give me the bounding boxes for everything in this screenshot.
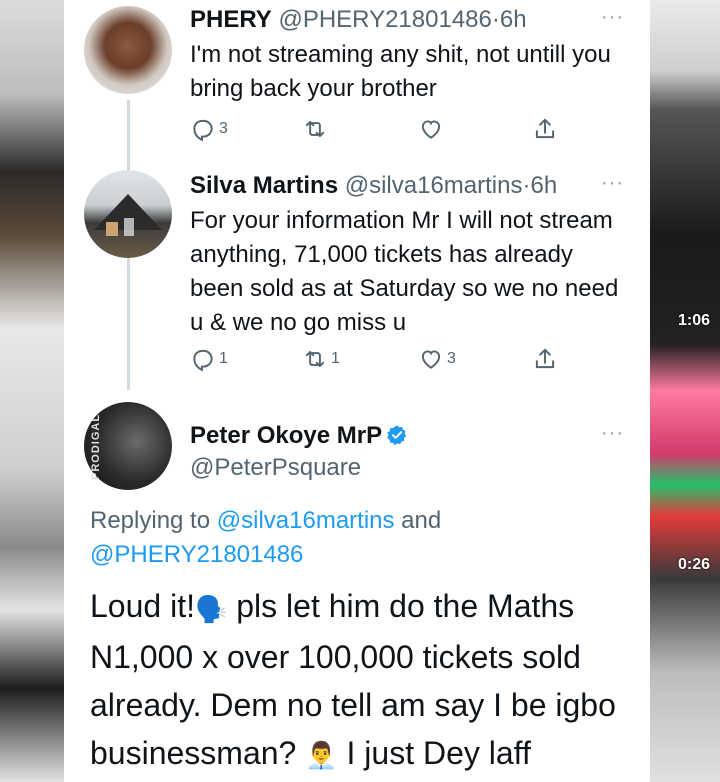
tweet-header: Silva Martins @silva16martins·6h — [190, 172, 557, 200]
more-options-icon[interactable]: ··· — [601, 422, 624, 445]
like-button[interactable] — [418, 116, 444, 142]
user-handle[interactable]: @PHERY21801486 — [278, 6, 491, 33]
background-left — [0, 0, 64, 782]
thread-line — [127, 100, 130, 170]
speaking-head-emoji: 🗣️ — [194, 593, 228, 624]
separator-dot: · — [491, 6, 500, 33]
share-button[interactable] — [532, 346, 558, 372]
heart-icon — [421, 350, 441, 369]
retweet-button[interactable]: 1 — [302, 346, 340, 372]
retweet-icon — [305, 120, 325, 138]
reply-icon — [193, 349, 213, 372]
heart-icon — [421, 120, 441, 139]
businessman-emoji: 👨‍💼 — [305, 740, 338, 771]
main-tweet-text: Loud it!🗣️ pls let him do the Maths N1,0… — [90, 582, 650, 779]
verified-badge-icon — [387, 425, 407, 446]
video-timestamp: 0:26 — [677, 556, 710, 573]
user-handle[interactable]: @PeterPsquare — [190, 454, 361, 481]
tweet-actions: 3 — [190, 116, 570, 146]
share-button[interactable] — [532, 116, 558, 142]
video-timestamp: 1:06 — [677, 312, 710, 329]
mention-link[interactable]: @silva16martins — [217, 507, 395, 534]
reply-button[interactable]: 1 — [190, 346, 228, 372]
tweet-text: I'm not streaming any shit, not untill y… — [190, 41, 611, 102]
display-name[interactable]: PHERY — [190, 6, 272, 33]
timestamp[interactable]: 6h — [530, 172, 557, 199]
replying-to: Replying to @silva16martins and @PHERY21… — [90, 504, 630, 572]
reply-count: 3 — [219, 120, 228, 137]
share-icon — [535, 348, 555, 369]
tweet-thread: PHERY @PHERY21801486·6h ··· I'm not stre… — [64, 0, 650, 782]
avatar-logo-text: PRODIGAL — [90, 413, 102, 480]
background-right: 1:06 0:26 — [650, 0, 720, 782]
tweet-handle-row: @PeterPsquare — [190, 454, 361, 482]
retweet-button[interactable] — [302, 116, 328, 142]
retweet-icon — [305, 350, 325, 368]
mention-link[interactable]: @PHERY21801486 — [90, 541, 303, 568]
replying-and: and — [401, 507, 442, 534]
house-image — [94, 194, 162, 236]
reply-button[interactable]: 3 — [190, 116, 228, 142]
avatar[interactable] — [84, 6, 172, 94]
retweet-count: 1 — [331, 350, 340, 367]
tweet-text-part: I just Dey laff — [337, 734, 531, 771]
avatar[interactable] — [84, 170, 172, 258]
tweet-text: For your information Mr I will not strea… — [190, 207, 619, 336]
like-button[interactable]: 3 — [418, 346, 456, 372]
replying-label: Replying to — [90, 507, 211, 534]
more-options-icon[interactable]: ··· — [601, 172, 624, 195]
reply-icon — [193, 119, 213, 142]
tweet-actions: 1 1 3 — [190, 346, 570, 376]
more-options-icon[interactable]: ··· — [601, 6, 624, 29]
tweet-header: Peter Okoye MrP — [190, 422, 408, 450]
tweet-header: PHERY @PHERY21801486·6h — [190, 6, 527, 34]
share-icon — [535, 118, 555, 139]
like-count: 3 — [447, 350, 456, 367]
display-name[interactable]: Peter Okoye MrP — [190, 422, 382, 449]
display-name[interactable]: Silva Martins — [190, 172, 338, 199]
reply-count: 1 — [219, 350, 228, 367]
tweet-text-part: Loud it! — [90, 588, 195, 624]
timestamp[interactable]: 6h — [500, 6, 527, 33]
user-handle[interactable]: @silva16martins — [345, 172, 523, 199]
thread-line — [127, 258, 130, 390]
avatar[interactable]: PRODIGAL — [84, 402, 172, 490]
